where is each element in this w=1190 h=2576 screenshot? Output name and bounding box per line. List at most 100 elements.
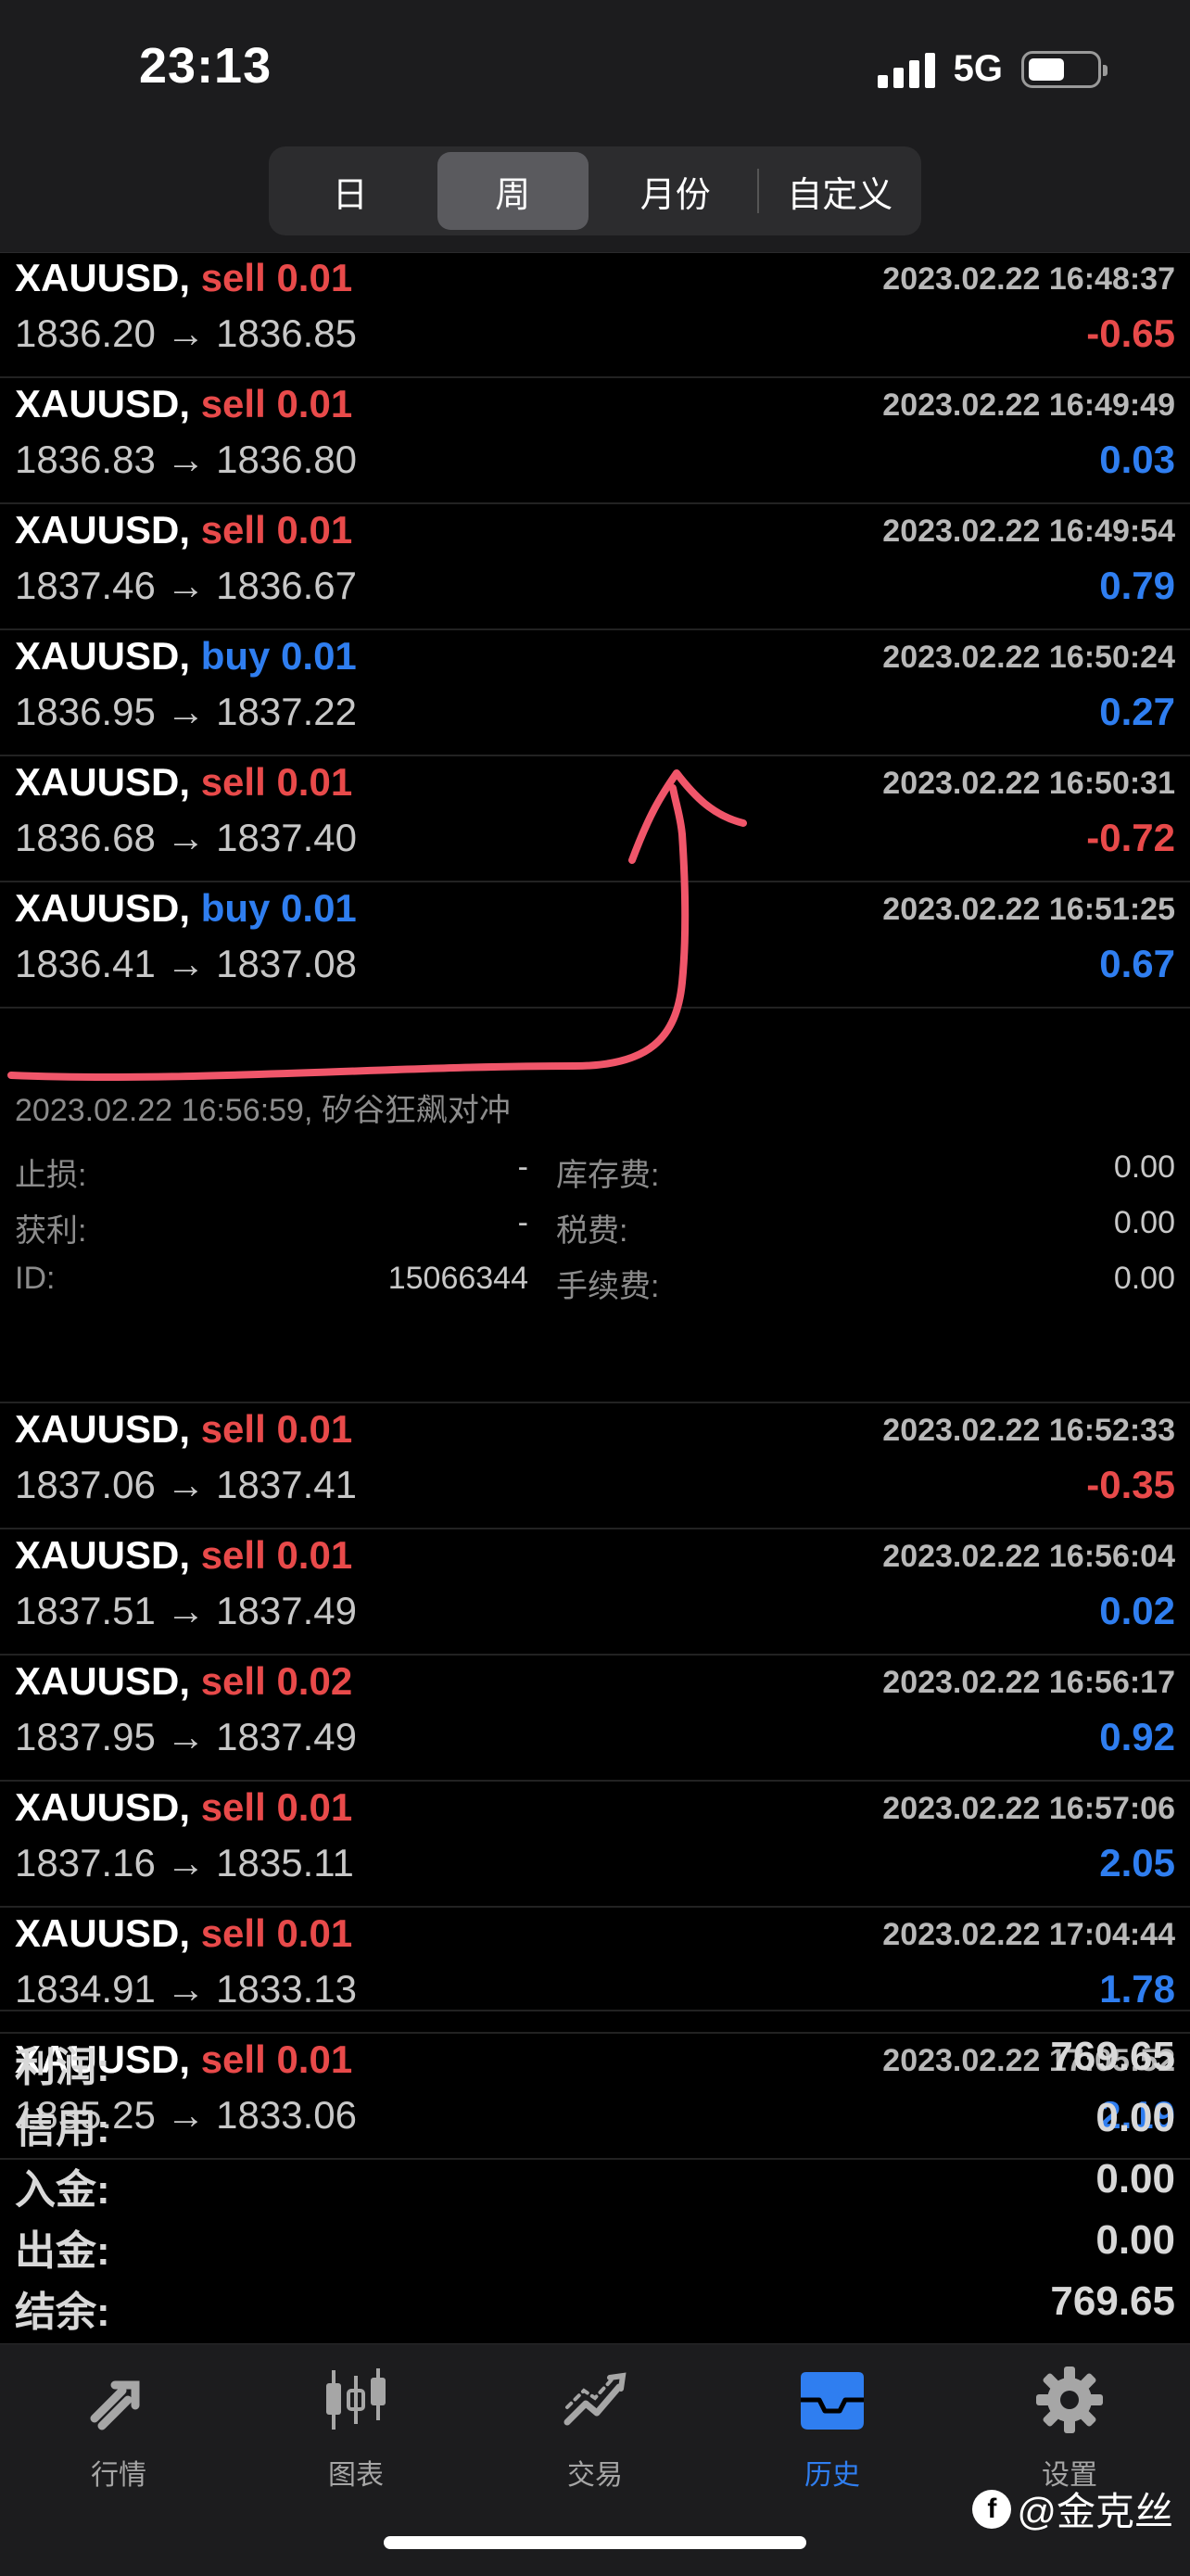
trade-lots: 0.01 [276, 382, 353, 425]
trade-comment: 2023.02.22 16:56:59, 矽谷狂飙对冲 [15, 1093, 511, 1128]
total-value: 769.65 [1050, 2278, 1175, 2324]
trade-direction: sell [200, 1785, 266, 1829]
tab-day[interactable]: 日 [274, 152, 426, 230]
trade-symbol-line: XAUUSD, sell 0.01 [15, 1533, 352, 1578]
tab-history[interactable]: 历史 [740, 2363, 925, 2493]
totals-summary: 利润: 769.65 信用: 0.00 入金: 0.00 出金: 0.00 结余… [0, 2010, 1190, 2340]
trade-prices: 1837.95 → 1837.49 [15, 1715, 357, 1758]
tab-week[interactable]: 周 [437, 152, 589, 230]
swap-label: 库存费: [556, 1158, 660, 1193]
trade-time: 2023.02.22 16:48:37 [882, 261, 1175, 297]
total-value: 0.00 [1095, 2156, 1175, 2202]
trade-direction: sell [200, 1533, 266, 1577]
trade-direction: buy [200, 634, 271, 678]
tab-trade[interactable]: 交易 [502, 2363, 688, 2493]
trade-row[interactable]: XAUUSD, sell 0.01 2023.02.22 16:50:31 1836… [0, 756, 1190, 882]
trade-symbol: XAUUSD, [15, 886, 191, 930]
history-list: XAUUSD, sell 0.01 2023.02.22 16:48:37 1836… [0, 252, 1190, 2160]
trade-row[interactable]: XAUUSD, sell 0.01 2023.02.22 16:57:06 1837… [0, 1782, 1190, 1908]
trade-direction: sell [200, 256, 266, 299]
trade-lots: 0.02 [276, 1659, 353, 1703]
take-profit-value: - [517, 1205, 528, 1240]
trade-time: 2023.02.22 16:50:24 [882, 640, 1175, 675]
watermark: f @金克丝 [972, 2481, 1173, 2537]
trade-row[interactable]: XAUUSD, sell 0.01 2023.02.22 16:56:04 1837… [0, 1529, 1190, 1656]
trade-symbol: XAUUSD, [15, 760, 191, 804]
trade-profit: 1.78 [1099, 1967, 1175, 2011]
trade-profit: -0.72 [1086, 816, 1175, 859]
total-label: 信用: [15, 2106, 110, 2151]
trade-direction: sell [200, 1659, 266, 1703]
total-value: 769.65 [1050, 2034, 1175, 2079]
trade-prices: 1836.95 → 1837.22 [15, 690, 357, 733]
trade-symbol: XAUUSD, [15, 1659, 191, 1703]
trade-row[interactable]: XAUUSD, sell 0.01 2023.02.22 16:49:54 1837… [0, 504, 1190, 630]
trade-row[interactable]: XAUUSD, buy 0.01 2023.02.22 16:50:24 1836.… [0, 630, 1190, 756]
trade-profit: 0.67 [1099, 942, 1175, 985]
trade-symbol: XAUUSD, [15, 1911, 191, 1955]
tab-month[interactable]: 月份 [600, 152, 752, 230]
order-id-value: 15066344 [387, 1261, 528, 1296]
trade-symbol-line: XAUUSD, sell 0.01 [15, 760, 352, 805]
trade-lots: 0.01 [276, 1911, 353, 1955]
quotes-arrows-icon [90, 2380, 140, 2430]
segment-divider [756, 169, 759, 213]
candlestick-chart-icon [326, 2368, 386, 2430]
total-label: 入金: [15, 2167, 110, 2213]
home-indicator[interactable] [384, 2536, 806, 2549]
stop-loss-label: 止损: [15, 1158, 87, 1193]
trade-row[interactable]: XAUUSD, sell 0.01 2023.02.22 16:52:33 1837… [0, 1403, 1190, 1529]
total-balance-row: 结余: 769.65 [0, 2278, 1190, 2340]
trade-direction: sell [200, 508, 266, 552]
status-indicators: 5G [877, 48, 1108, 90]
trade-detail-panel: 2023.02.22 16:56:59, 矽谷狂飙对冲 止损: - 获利: - … [0, 1009, 1190, 1403]
trade-prices: 1836.20 → 1836.85 [15, 311, 357, 355]
trade-symbol: XAUUSD, [15, 634, 191, 678]
trade-prices: 1837.51 → 1837.49 [15, 1589, 357, 1632]
trade-line-chart-icon [563, 2372, 627, 2426]
trade-lots: 0.01 [276, 256, 353, 299]
tab-charts[interactable]: 图表 [263, 2363, 449, 2493]
period-segmented-control: 日 周 月份 自定义 [269, 146, 921, 235]
trade-lots: 0.01 [281, 634, 357, 678]
trade-row[interactable]: XAUUSD, buy 0.01 2023.02.22 16:51:25 1836.… [0, 882, 1190, 1009]
total-label: 结余: [15, 2290, 110, 2335]
trade-lots: 0.01 [276, 1785, 353, 1829]
tab-settings[interactable]: 设置 [977, 2363, 1162, 2493]
tab-custom[interactable]: 自定义 [765, 152, 917, 230]
trade-symbol: XAUUSD, [15, 256, 191, 299]
total-value: 0.00 [1095, 2217, 1175, 2263]
trade-lots: 0.01 [281, 886, 357, 930]
trade-prices: 1837.16 → 1835.11 [15, 1841, 354, 1884]
trade-direction: sell [200, 1407, 266, 1451]
trade-row[interactable]: XAUUSD, sell 0.01 2023.02.22 16:48:37 1836… [0, 252, 1190, 378]
trade-lots: 0.01 [276, 1533, 353, 1577]
trade-time: 2023.02.22 16:56:17 [882, 1665, 1175, 1700]
trade-time: 2023.02.22 17:04:44 [882, 1917, 1175, 1952]
trade-row[interactable]: XAUUSD, sell 0.01 2023.02.22 16:49:49 1836… [0, 378, 1190, 504]
trade-lots: 0.01 [276, 760, 353, 804]
trade-symbol-line: XAUUSD, sell 0.01 [15, 382, 352, 426]
trade-time: 2023.02.22 16:52:33 [882, 1413, 1175, 1448]
tab-quotes[interactable]: 行情 [26, 2363, 211, 2493]
trade-prices: 1837.46 → 1836.67 [15, 564, 357, 607]
trade-prices: 1836.68 → 1837.40 [15, 816, 357, 859]
status-time: 23:13 [139, 38, 272, 94]
battery-icon [1021, 50, 1108, 88]
trade-symbol-line: XAUUSD, buy 0.01 [15, 886, 357, 931]
network-type: 5G [953, 48, 1003, 89]
swap-value: 0.00 [1113, 1149, 1175, 1185]
trade-direction: buy [200, 886, 271, 930]
stop-loss-value: - [517, 1149, 528, 1185]
trade-prices: 1837.06 → 1837.41 [15, 1463, 357, 1506]
total-label: 利润: [15, 2045, 110, 2090]
total-label: 出金: [15, 2228, 110, 2274]
tab-label: 交易 [567, 2460, 623, 2491]
trade-time: 2023.02.22 16:49:49 [882, 387, 1175, 423]
trade-symbol-line: XAUUSD, sell 0.01 [15, 1911, 352, 1956]
trade-symbol-line: XAUUSD, sell 0.01 [15, 256, 352, 300]
tax-label: 税费: [556, 1213, 628, 1249]
tab-label: 行情 [91, 2460, 146, 2491]
total-profit-row: 利润: 769.65 [0, 2034, 1190, 2095]
trade-row[interactable]: XAUUSD, sell 0.02 2023.02.22 16:56:17 1837… [0, 1656, 1190, 1782]
